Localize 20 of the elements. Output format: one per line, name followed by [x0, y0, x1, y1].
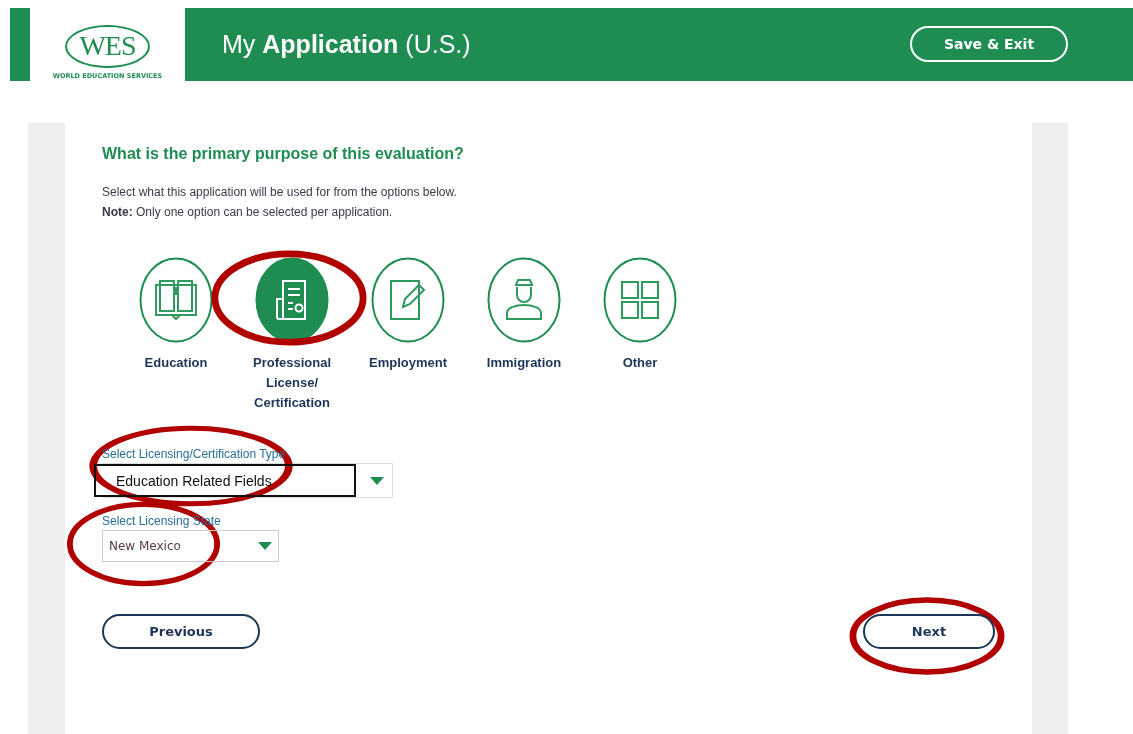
book-icon[interactable] — [139, 257, 213, 343]
note-text: Note: Only one option can be selected per application. — [102, 205, 394, 219]
option-label: Education — [143, 354, 209, 372]
grid-icon[interactable] — [603, 257, 677, 343]
save-exit-button[interactable]: Save & Exit — [910, 26, 1068, 62]
pencil-note-icon[interactable] — [371, 257, 445, 343]
option-label: Immigration — [485, 354, 563, 372]
instructions-text: Select what this application will be used for from the options below. — [102, 185, 458, 199]
page-title: My Application (U.S.) — [222, 30, 471, 59]
option-label: Employment — [368, 354, 448, 372]
next-button[interactable]: Next — [863, 614, 995, 649]
person-icon[interactable] — [487, 257, 561, 343]
caret-icon — [258, 542, 272, 550]
question-heading: What is the primary purpose of this evaluation? — [102, 145, 465, 163]
option-label: Professional License/ Certification — [252, 354, 332, 412]
option-label: Other — [621, 354, 659, 372]
previous-button[interactable]: Previous — [102, 614, 260, 649]
caret-icon — [370, 476, 384, 485]
logo-mark: WES — [65, 25, 150, 68]
dropdown-field[interactable]: New Mexico — [102, 530, 279, 562]
